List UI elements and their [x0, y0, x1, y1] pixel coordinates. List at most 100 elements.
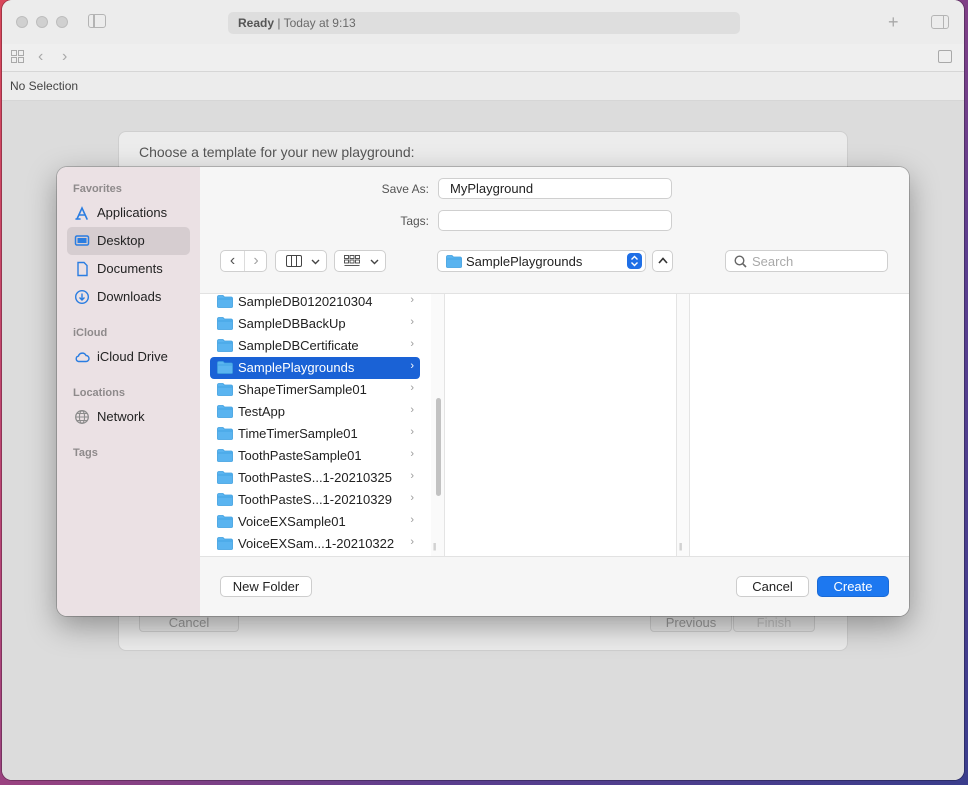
save-dialog: Favorites Applications Desktop Documents… [57, 167, 909, 616]
sidebar-item-label: Desktop [97, 233, 145, 248]
chevron-right-icon: › [410, 448, 414, 460]
folder-icon [217, 493, 233, 506]
sidebar-toggle-icon[interactable] [88, 14, 106, 28]
new-folder-button[interactable]: New Folder [220, 576, 312, 597]
folder-row[interactable]: SampleDBBackUp › [210, 313, 420, 335]
search-icon [734, 255, 747, 268]
folder-column: SampleDB0120210304 › SampleDBBackUp › Sample… [200, 294, 430, 556]
sidebar-item-downloads[interactable]: Downloads [67, 283, 190, 311]
template-chooser-title: Choose a template for your new playgroun… [139, 144, 415, 160]
folder-name: TestApp [238, 404, 285, 419]
folder-row[interactable]: SampleDB0120210304 › [210, 294, 420, 313]
create-button[interactable]: Create [817, 576, 889, 597]
globe-icon [75, 410, 89, 424]
add-editor-icon[interactable] [938, 50, 952, 63]
status-time: Today at 9:13 [283, 16, 356, 30]
chevron-right-icon: › [253, 252, 259, 269]
sidebar-item-documents[interactable]: Documents [67, 255, 190, 283]
folder-icon [217, 471, 233, 484]
folder-icon [217, 295, 233, 308]
popup-stepper-icon [627, 253, 642, 269]
jump-bar: No Selection [2, 72, 964, 101]
no-selection-label: No Selection [10, 79, 79, 93]
minimize-window-button[interactable] [36, 16, 48, 28]
group-by-button[interactable] [334, 250, 386, 272]
folder-icon [446, 255, 462, 268]
sidebar-item-icloud-drive[interactable]: iCloud Drive [67, 343, 190, 371]
sidebar-item-label: Network [97, 409, 145, 424]
chevron-right-icon: › [410, 294, 414, 306]
tags-field[interactable] [438, 210, 672, 231]
folder-icon [217, 339, 233, 352]
title-bar: Ready | Today at 9:13 + [2, 0, 964, 45]
column-gutter [677, 294, 689, 556]
folder-row[interactable]: SampleDBCertificate › [210, 335, 420, 357]
chevron-right-icon: › [410, 404, 414, 416]
folder-name: ToothPasteS...1-20210325 [238, 470, 392, 485]
chevron-right-icon: › [410, 492, 414, 504]
inspector-toggle-icon[interactable] [931, 15, 949, 29]
folder-icon [217, 361, 233, 374]
folder-name: VoiceEXSample01 [238, 514, 346, 529]
sidebar-item-desktop[interactable]: Desktop [67, 227, 190, 255]
location-popup-label: SamplePlaygrounds [466, 254, 583, 269]
sidebar-item-label: Downloads [97, 289, 162, 304]
cloud-icon [75, 352, 90, 363]
chevron-down-icon [311, 259, 320, 265]
add-icon[interactable]: + [888, 13, 899, 31]
folder-name: ToothPasteS...1-20210329 [238, 492, 392, 507]
icloud-header: iCloud [73, 327, 108, 339]
chevron-right-icon: › [410, 514, 414, 526]
folder-row[interactable]: VoiceEXSam...1-20210322 › [210, 533, 420, 555]
cancel-button[interactable]: Cancel [736, 576, 809, 597]
folder-name: ToothPasteSample01 [238, 448, 362, 463]
location-popup[interactable]: SamplePlaygrounds [437, 250, 646, 272]
locations-header: Locations [73, 387, 125, 399]
sidebar-item-label: Documents [97, 261, 163, 276]
folder-icon [217, 317, 233, 330]
folder-row[interactable]: ToothPasteSample01 › [210, 445, 420, 467]
close-window-button[interactable] [16, 16, 28, 28]
folder-row[interactable]: ShapeTimerSample01 › [210, 379, 420, 401]
chevron-left-icon: ‹ [229, 252, 236, 269]
chevron-right-icon: › [410, 536, 414, 548]
folder-icon [217, 449, 233, 462]
chevron-up-icon [658, 257, 668, 264]
sidebar-item-network[interactable]: Network [67, 403, 190, 431]
folder-row[interactable]: TestApp › [210, 401, 420, 423]
chevron-right-icon: › [410, 426, 414, 438]
folder-row[interactable]: VoiceEXSample01 › [210, 511, 420, 533]
download-icon [74, 289, 90, 305]
folder-row[interactable]: ToothPasteS...1-20210325 › [210, 467, 420, 489]
folder-name: SampleDBCertificate [238, 338, 359, 353]
chevron-right-icon: › [410, 360, 414, 372]
folder-name: SamplePlaygrounds [238, 360, 355, 375]
document-icon [77, 261, 88, 277]
zoom-window-button[interactable] [56, 16, 68, 28]
chevron-right-icon: › [410, 316, 414, 328]
collapse-button[interactable] [652, 250, 673, 272]
editor-toolbar: ‹ › [2, 44, 964, 72]
columns-view-icon [286, 255, 302, 267]
grid-icon[interactable] [11, 50, 24, 63]
forward-button[interactable]: › [245, 251, 267, 271]
folder-row[interactable]: SamplePlaygrounds › [210, 357, 420, 379]
folder-row[interactable]: TimeTimerSample01 › [210, 423, 420, 445]
sidebar-item-applications[interactable]: Applications [67, 199, 190, 227]
applications-icon [75, 206, 88, 220]
chevron-right-icon: › [410, 338, 414, 350]
search-input[interactable] [752, 253, 880, 269]
scrollbar-thumb[interactable] [436, 398, 441, 496]
desktop-icon [74, 235, 90, 246]
folder-row[interactable]: ToothPasteS...1-20210329 › [210, 489, 420, 511]
back-button[interactable]: ‹ [221, 251, 245, 271]
column-resize-handle[interactable]: || [433, 542, 436, 551]
chevron-right-icon: › [410, 470, 414, 482]
view-mode-button[interactable] [275, 250, 327, 272]
forward-arrow-icon[interactable]: › [62, 48, 67, 66]
save-as-field[interactable] [438, 178, 672, 199]
back-forward-control: ‹ › [220, 250, 267, 272]
column-resize-handle[interactable]: || [679, 542, 682, 551]
folder-name: TimeTimerSample01 [238, 426, 358, 441]
back-arrow-icon[interactable]: ‹ [38, 48, 43, 66]
